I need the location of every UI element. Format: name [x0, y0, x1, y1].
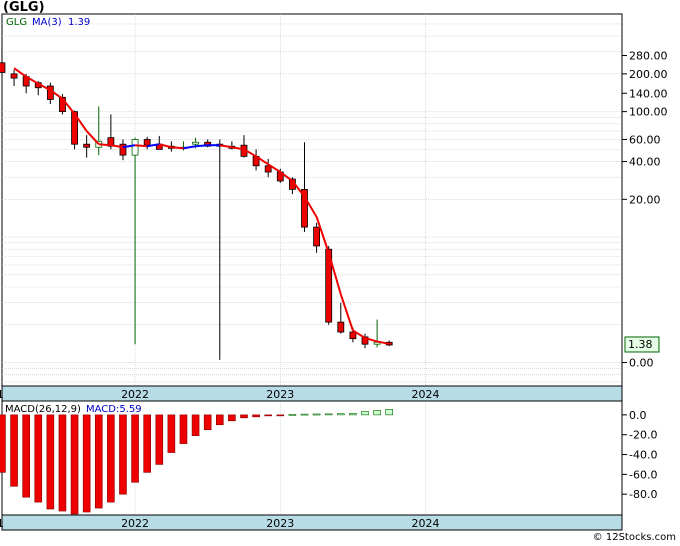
ma-line-segment [134, 144, 148, 148]
price-axis-tick-label: 140.00 [629, 87, 668, 100]
macd-axis-tick-label: -60.0 [629, 468, 657, 481]
price-axis-tick-label: 100.00 [629, 106, 668, 119]
macd-bar [179, 414, 188, 444]
price-axis-tick-label: 200.00 [629, 68, 668, 81]
price-x-tick-label: 2022 [121, 388, 149, 401]
macd-axis-tick-label: 0.0 [629, 409, 647, 422]
macd-x-axis [1, 514, 623, 531]
macd-x-tick-label: 2023 [266, 517, 294, 530]
candle-body [131, 139, 139, 156]
macd-bar [240, 414, 248, 419]
price-axis-tick-label: 0.00 [629, 357, 654, 370]
macd-bar [58, 414, 67, 512]
macd-bar [373, 410, 381, 416]
price-axis-tick-label: 60.00 [629, 133, 661, 146]
macd-bar [349, 413, 357, 416]
macd-bar [336, 413, 345, 416]
macd-bar [312, 413, 321, 416]
macd-bar [215, 414, 224, 426]
macd-bar [191, 414, 200, 436]
ma-line-segment [98, 143, 111, 147]
macd-bar [143, 414, 151, 473]
ma-line-segment [171, 146, 184, 150]
price-panel [1, 13, 623, 387]
macd-legend-value: MACD:5.59 [86, 404, 142, 415]
macd-bar [252, 414, 260, 418]
macd-bar [167, 414, 176, 453]
macd-bar [70, 414, 79, 515]
candle-body [313, 226, 320, 247]
macd-bar [107, 414, 115, 503]
price-axis-tick-label: 280.00 [629, 50, 668, 63]
macd-bar [228, 414, 236, 422]
macd-bar [131, 414, 139, 483]
last-price-label: 1.38 [628, 338, 653, 351]
macd-bar [119, 414, 127, 495]
price-axis-tick-label: 20.00 [629, 193, 661, 206]
macd-bar [324, 413, 333, 416]
macd-bar [34, 414, 43, 503]
price-x-tick-label: 2023 [266, 388, 294, 401]
macd-bar [203, 414, 212, 431]
macd-bar [361, 411, 369, 416]
macd-bar [10, 414, 18, 487]
macd-legend-label: MACD(26,12,9) [5, 404, 81, 415]
candle-body [349, 331, 357, 340]
macd-axis-tick-label: -20.0 [629, 429, 657, 442]
macd-bar [288, 414, 297, 416]
candle-body [192, 141, 199, 145]
copyright-footer: © 12Stocks.com [592, 532, 676, 543]
chart-canvas: 280.00 200.00 140.00 100.00 60.00 40.00 20.00 0… [0, 13, 668, 531]
candle-body [10, 73, 18, 79]
candle-body [119, 143, 127, 156]
legend-symbol: GLG [6, 17, 27, 28]
macd-axis-tick-label: -40.0 [629, 449, 657, 462]
macd-bar [155, 414, 164, 465]
candle-body [83, 143, 91, 148]
price-x-tick-label: 2024 [412, 388, 440, 401]
macd-x-tick-label: 2024 [412, 517, 440, 530]
macd-bar [94, 414, 103, 509]
macd-bar [300, 413, 309, 416]
macd-x-tick-label: 2021 [0, 517, 4, 530]
macd-bar [276, 414, 285, 417]
legend-ma-label: MA(3) [32, 17, 62, 28]
price-x-axis [1, 385, 623, 402]
candle-body [0, 62, 6, 73]
macd-bar [46, 414, 55, 510]
macd-x-tick-label: 2022 [121, 517, 149, 530]
macd-axis-tick-label: -80.0 [629, 488, 657, 501]
macd-bar [82, 414, 91, 513]
price-x-tick-label: 2021 [0, 388, 4, 401]
candle-body [143, 139, 151, 146]
macd-bar [385, 409, 394, 416]
candle-body [337, 321, 345, 333]
macd-bar [0, 414, 6, 473]
price-axis-tick-label: 40.00 [629, 156, 661, 169]
legend-ma-value: 1.39 [68, 17, 90, 28]
ma-line-segment [195, 144, 208, 148]
macd-bar [22, 414, 30, 498]
macd-bar [264, 414, 272, 417]
